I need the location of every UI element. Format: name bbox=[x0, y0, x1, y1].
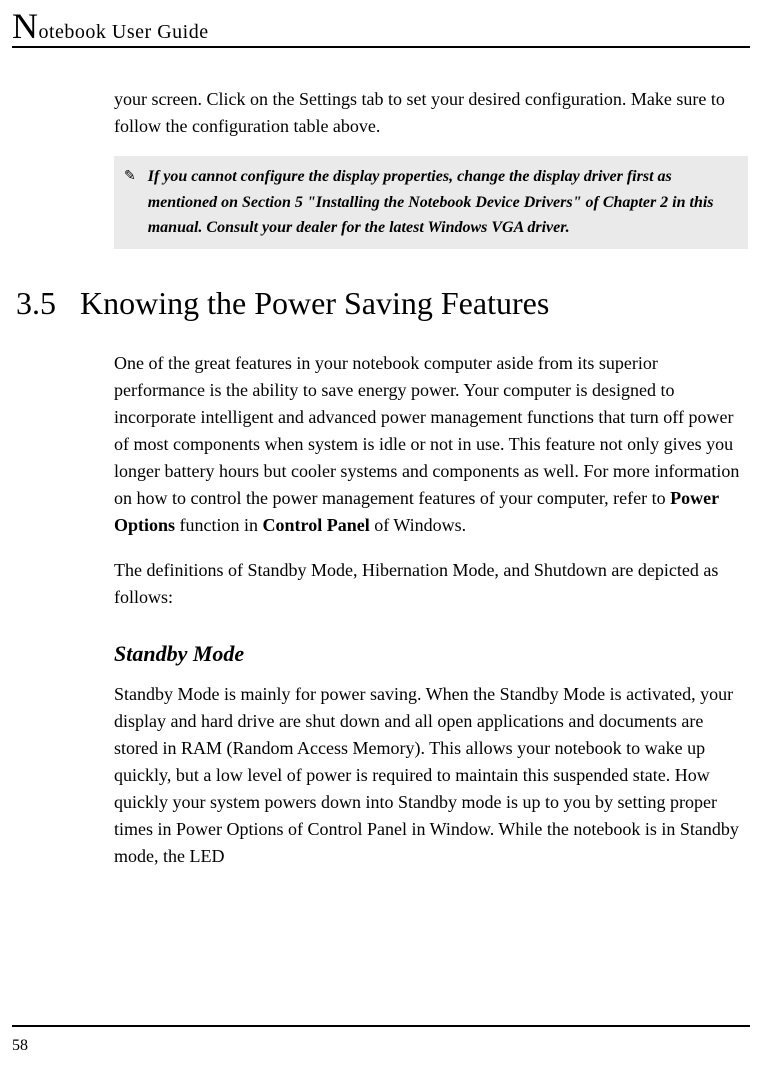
body-paragraph-1: One of the great features in your notebo… bbox=[114, 350, 748, 539]
p1-text-after: of Windows. bbox=[370, 515, 466, 535]
subsection-body: Standby Mode is mainly for power saving.… bbox=[114, 681, 748, 870]
header-title-rest: otebook User Guide bbox=[39, 21, 209, 43]
page-content: your screen. Click on the Settings tab t… bbox=[0, 48, 762, 870]
p1-text-before: One of the great features in your notebo… bbox=[114, 353, 739, 508]
section-heading: 3.5 Knowing the Power Saving Features bbox=[16, 285, 748, 322]
footer-divider bbox=[12, 1025, 750, 1027]
note-text: If you cannot configure the display prop… bbox=[148, 164, 740, 241]
p1-text-mid: function in bbox=[175, 515, 263, 535]
header-dropcap: N bbox=[12, 6, 39, 46]
section-title: Knowing the Power Saving Features bbox=[80, 285, 549, 322]
header-title: Notebook User Guide bbox=[12, 8, 750, 44]
section-number: 3.5 bbox=[16, 285, 56, 322]
page-footer: 58 bbox=[0, 1025, 762, 1055]
body-paragraph-2: The definitions of Standby Mode, Hiberna… bbox=[114, 557, 748, 611]
page-header: Notebook User Guide bbox=[0, 0, 762, 48]
intro-paragraph: your screen. Click on the Settings tab t… bbox=[114, 86, 748, 140]
note-box: ✎ If you cannot configure the display pr… bbox=[114, 156, 748, 249]
p1-bold-2: Control Panel bbox=[263, 515, 370, 535]
note-icon: ✎ bbox=[124, 166, 136, 188]
subsection-title: Standby Mode bbox=[114, 641, 748, 667]
page-number: 58 bbox=[12, 1037, 750, 1055]
